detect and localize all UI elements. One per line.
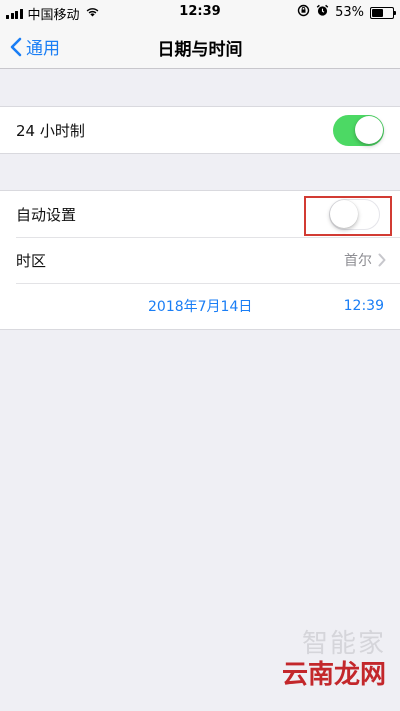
alarm-icon xyxy=(316,4,329,21)
page-title: 日期与时间 xyxy=(157,40,243,60)
row-auto-set: 自动设置 xyxy=(0,191,400,237)
settings-group-datetime: 自动设置 时区 首尔 2018年7月14日 12:39 xyxy=(0,190,400,330)
row-date-time[interactable]: 2018年7月14日 12:39 xyxy=(0,283,400,329)
watermark-line2: 云南龙网 xyxy=(281,660,386,690)
navigation-bar: 通用 日期与时间 xyxy=(0,24,400,69)
toggle-auto-set[interactable] xyxy=(329,198,380,230)
rotation-lock-icon xyxy=(297,4,310,21)
battery-level-fill xyxy=(372,8,383,17)
label-24-hour: 24 小时制 xyxy=(16,121,85,140)
toggle-knob xyxy=(330,199,358,228)
settings-group-24hour: 24 小时制 xyxy=(0,106,400,154)
label-auto-set: 自动设置 xyxy=(16,205,77,224)
row-24-hour: 24 小时制 xyxy=(0,107,400,153)
time-value[interactable]: 12:39 xyxy=(344,298,384,314)
battery-icon xyxy=(370,6,396,19)
status-right: 53% xyxy=(297,4,396,21)
toggle-knob xyxy=(354,115,383,144)
battery-percent: 53% xyxy=(335,5,364,20)
status-bar: 中国移动 12:39 53% xyxy=(0,0,400,24)
toggle-24-hour[interactable] xyxy=(333,114,384,146)
row-timezone[interactable]: 时区 首尔 xyxy=(0,237,400,283)
label-timezone: 时区 xyxy=(16,251,47,270)
timezone-value: 首尔 xyxy=(344,253,372,269)
date-value[interactable]: 2018年7月14日 xyxy=(148,296,252,316)
chevron-right-icon xyxy=(378,253,386,267)
watermark: 智能家 云南龙网 xyxy=(282,623,386,691)
